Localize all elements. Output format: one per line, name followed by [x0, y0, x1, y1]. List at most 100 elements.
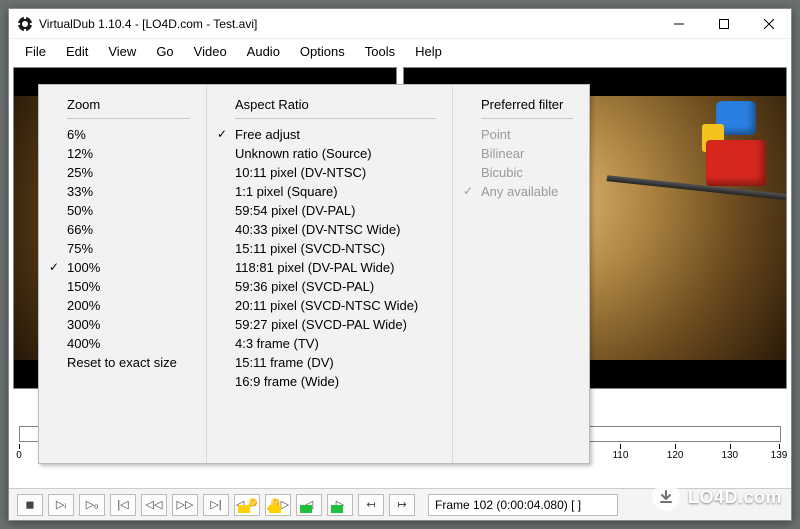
step-forward-button[interactable]: ▷▷ [172, 494, 198, 516]
context-menu-item-label: 15:11 pixel (SVCD-NTSC) [235, 241, 385, 256]
menubar-help[interactable]: Help [405, 42, 452, 61]
tick-label: 120 [667, 450, 684, 461]
maximize-button[interactable] [701, 9, 746, 38]
context-menu-item[interactable]: 59:54 pixel (DV-PAL) [235, 201, 436, 220]
check-icon: ✓ [49, 260, 59, 274]
context-menu-item[interactable]: 33% [67, 182, 190, 201]
tick-label: 139 [771, 450, 788, 461]
context-menu-item-label: Point [481, 127, 511, 142]
menubar-edit[interactable]: Edit [56, 42, 98, 61]
scene-next-button[interactable]: ▷ [327, 494, 353, 516]
context-menu-item[interactable]: 75% [67, 239, 190, 258]
context-menu-item: ✓Any available [481, 182, 573, 201]
context-menu-item[interactable]: 15:11 frame (DV) [235, 353, 436, 372]
app-icon [17, 16, 33, 32]
mark-out-button[interactable]: ↦ [389, 494, 415, 516]
context-menu-item-label: 66% [67, 222, 93, 237]
context-menu-item[interactable]: Reset to exact size [67, 353, 190, 372]
context-menu-item-label: Any available [481, 184, 558, 199]
context-menu-filter-header: Preferred filter [481, 95, 573, 119]
context-menu-item-label: 16:9 frame (Wide) [235, 374, 339, 389]
context-menu-item[interactable]: 300% [67, 315, 190, 334]
close-button[interactable] [746, 9, 791, 38]
menubar-view[interactable]: View [98, 42, 146, 61]
context-menu-item[interactable]: 59:27 pixel (SVCD-PAL Wide) [235, 315, 436, 334]
window-title: VirtualDub 1.10.4 - [LO4D.com - Test.avi… [39, 17, 656, 31]
context-menu-item[interactable]: 50% [67, 201, 190, 220]
context-menu-item[interactable]: 200% [67, 296, 190, 315]
context-menu: Zoom 6%12%25%33%50%66%75%✓100%150%200%30… [38, 84, 590, 464]
context-menu-item[interactable]: 118:81 pixel (DV-PAL Wide) [235, 258, 436, 277]
tick-label: 130 [721, 450, 738, 461]
context-menu-item-label: 50% [67, 203, 93, 218]
menubar-tools[interactable]: Tools [355, 42, 405, 61]
tick-label: 0 [16, 450, 22, 461]
menubar: File Edit View Go Video Audio Options To… [9, 39, 791, 63]
context-menu-item[interactable]: 59:36 pixel (SVCD-PAL) [235, 277, 436, 296]
context-menu-zoom-header: Zoom [67, 95, 190, 119]
goto-end-button[interactable]: ▷| [203, 494, 229, 516]
context-menu-item-label: 150% [67, 279, 100, 294]
context-menu-item-label: Bilinear [481, 146, 524, 161]
context-menu-item[interactable]: ✓100% [67, 258, 190, 277]
menubar-go[interactable]: Go [146, 42, 183, 61]
context-menu-item[interactable]: 6% [67, 125, 190, 144]
check-icon: ✓ [217, 127, 227, 141]
context-menu-item[interactable]: 66% [67, 220, 190, 239]
menubar-audio[interactable]: Audio [237, 42, 290, 61]
mark-in-button[interactable]: ↤ [358, 494, 384, 516]
context-menu-item[interactable]: 25% [67, 163, 190, 182]
scene-prev-button[interactable]: ◁ [296, 494, 322, 516]
context-menu-item[interactable]: 16:9 frame (Wide) [235, 372, 436, 391]
context-menu-item-label: 400% [67, 336, 100, 351]
context-menu-item: Point [481, 125, 573, 144]
context-menu-item-label: 25% [67, 165, 93, 180]
context-menu-item[interactable]: 400% [67, 334, 190, 353]
context-menu-filter-column: Preferred filter Point Bilinear Bicubic✓An… [453, 85, 589, 463]
context-menu-item-label: 118:81 pixel (DV-PAL Wide) [235, 260, 394, 275]
context-menu-item[interactable]: 12% [67, 144, 190, 163]
goto-start-button[interactable]: |◁ [110, 494, 136, 516]
context-menu-item-label: Free adjust [235, 127, 300, 142]
key-prev-button[interactable]: ◁🔑 [234, 494, 260, 516]
play-input-button[interactable]: ▷ᵢ [48, 494, 74, 516]
context-menu-item-label: 15:11 frame (DV) [235, 355, 334, 370]
context-menu-item[interactable]: 15:11 pixel (SVCD-NTSC) [235, 239, 436, 258]
context-menu-item-label: 59:27 pixel (SVCD-PAL Wide) [235, 317, 407, 332]
context-menu-item-label: 10:11 pixel (DV-NTSC) [235, 165, 366, 180]
context-menu-aspect-column: Aspect Ratio ✓Free adjustUnknown ratio (… [207, 85, 453, 463]
tick-label: 110 [612, 450, 628, 461]
context-menu-item[interactable]: 40:33 pixel (DV-NTSC Wide) [235, 220, 436, 239]
menubar-options[interactable]: Options [290, 42, 355, 61]
menubar-video[interactable]: Video [184, 42, 237, 61]
step-back-button[interactable]: ◁◁ [141, 494, 167, 516]
titlebar: VirtualDub 1.10.4 - [LO4D.com - Test.avi… [9, 9, 791, 39]
menubar-file[interactable]: File [15, 42, 56, 61]
context-menu-item-label: 40:33 pixel (DV-NTSC Wide) [235, 222, 400, 237]
context-menu-item-label: Reset to exact size [67, 355, 177, 370]
context-menu-item-label: 300% [67, 317, 100, 332]
context-menu-item-label: 33% [67, 184, 93, 199]
context-menu-item[interactable]: 150% [67, 277, 190, 296]
context-menu-item[interactable]: 20:11 pixel (SVCD-NTSC Wide) [235, 296, 436, 315]
context-menu-item[interactable]: Unknown ratio (Source) [235, 144, 436, 163]
context-menu-item[interactable]: 10:11 pixel (DV-NTSC) [235, 163, 436, 182]
context-menu-item[interactable]: ✓Free adjust [235, 125, 436, 144]
context-menu-item-label: 100% [67, 260, 100, 275]
context-menu-item-label: 1:1 pixel (Square) [235, 184, 338, 199]
context-menu-item-label: 12% [67, 146, 93, 161]
minimize-button[interactable] [656, 9, 701, 38]
context-menu-item-label: 20:11 pixel (SVCD-NTSC Wide) [235, 298, 418, 313]
key-next-button[interactable]: 🔑▷ [265, 494, 291, 516]
download-icon [652, 483, 680, 511]
context-menu-item-label: 59:36 pixel (SVCD-PAL) [235, 279, 374, 294]
context-menu-item-label: 4:3 frame (TV) [235, 336, 319, 351]
context-menu-item[interactable]: 4:3 frame (TV) [235, 334, 436, 353]
context-menu-item[interactable]: 1:1 pixel (Square) [235, 182, 436, 201]
play-output-button[interactable]: ▷ₒ [79, 494, 105, 516]
context-menu-item-label: 200% [67, 298, 100, 313]
status-frame-display: Frame 102 (0:00:04.080) [ ] [428, 494, 618, 516]
context-menu-item-label: 59:54 pixel (DV-PAL) [235, 203, 355, 218]
stop-button[interactable]: ◼ [17, 494, 43, 516]
context-menu-item: Bicubic [481, 163, 573, 182]
